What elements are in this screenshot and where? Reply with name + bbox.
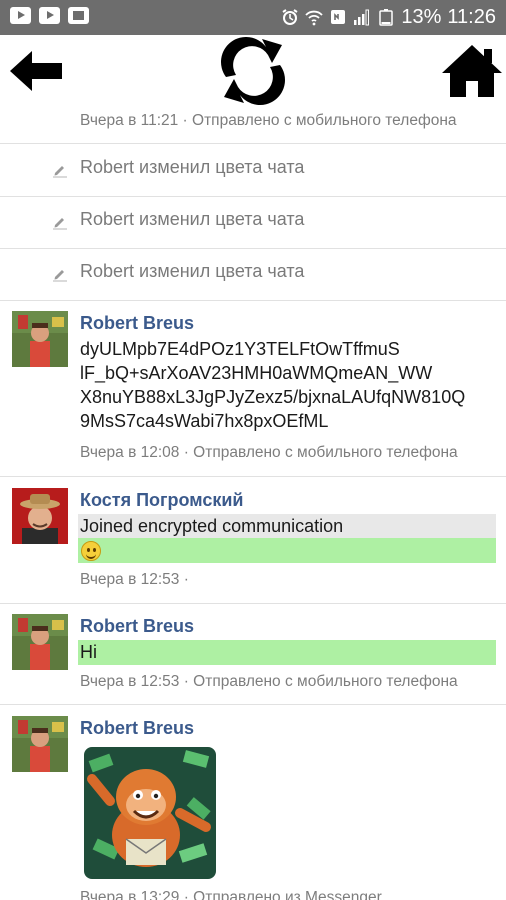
message-text: 9MsS7ca4sWabi7hx8pxOEfML — [80, 411, 329, 431]
message-author[interactable]: Robert Breus — [80, 718, 194, 739]
message-meta: Вчера в 12:53 · Отправлено с мобильного … — [80, 673, 458, 690]
message-text: X8nuYB88xL3JgPJyZexz5/bjxnaLAUfqNW810Q — [80, 387, 466, 407]
avatar[interactable] — [12, 716, 68, 772]
system-event-row: Robert изменил цвета чата — [0, 248, 506, 300]
divider — [0, 476, 506, 477]
message-text: Hi — [80, 642, 97, 662]
alarm-icon — [282, 9, 298, 25]
system-event-text: Robert изменил цвета чата — [80, 209, 305, 229]
pencil-icon — [53, 270, 67, 282]
notification-icons — [10, 7, 89, 24]
system-indicators: 13% 11:26 — [281, 5, 496, 29]
battery-percent: 13% — [401, 6, 442, 28]
pencil-icon — [53, 218, 67, 230]
signal-icon — [354, 9, 370, 26]
system-event-text: Robert изменил цвета чата — [80, 261, 305, 281]
orangutan-money-sticker[interactable] — [80, 743, 220, 883]
battery-icon — [379, 9, 394, 26]
system-event-row: Robert изменил цвета чата — [0, 196, 506, 248]
message-text: Joined encrypted communication — [80, 516, 344, 536]
message-author[interactable]: Robert Breus — [80, 313, 194, 334]
nav-bar — [0, 35, 506, 107]
clock: 11:26 — [447, 6, 496, 28]
youtube-icon — [10, 7, 31, 24]
message-meta: Вчера в 12:08 · Отправлено с мобильного … — [80, 444, 458, 461]
status-bar: 13% 11:26 — [0, 0, 506, 35]
youtube-icon — [39, 7, 60, 24]
avatar[interactable] — [12, 488, 68, 544]
system-event-row: Robert изменил цвета чата — [0, 144, 506, 196]
divider — [0, 300, 506, 301]
message-highlight — [78, 640, 496, 665]
avatar[interactable] — [12, 311, 68, 367]
arrow-left-icon[interactable] — [8, 49, 64, 93]
message-highlight — [78, 538, 496, 563]
message-author[interactable]: Robert Breus — [80, 616, 194, 637]
divider — [0, 704, 506, 705]
home-icon[interactable] — [440, 43, 504, 99]
message-feed[interactable]: Вчера в 11:21 · Отправлено с мобильного … — [0, 107, 506, 900]
smiley-emoji — [81, 541, 101, 561]
refresh-icon[interactable] — [216, 37, 290, 105]
divider — [0, 603, 506, 604]
message-meta: Вчера в 11:21 · Отправлено с мобильного … — [80, 112, 457, 129]
avatar[interactable] — [12, 614, 68, 670]
wifi-icon — [305, 10, 324, 26]
message-text: dyULMpb7E4dPOz1Y3TELFtOwTffmuS — [80, 339, 400, 359]
message-meta: Вчера в 13:29 · Отправлено из Messenger — [80, 889, 382, 900]
flipboard-icon — [68, 7, 89, 24]
message-author[interactable]: Костя Погромский — [80, 490, 244, 511]
message-text: lF_bQ+sArXoAV23HMH0aWMQmeAN_WW — [80, 363, 433, 383]
system-event-text: Robert изменил цвета чата — [80, 157, 305, 177]
pencil-icon — [53, 166, 67, 178]
nfc-icon — [331, 10, 346, 24]
message-meta: Вчера в 12:53 · — [80, 571, 189, 588]
